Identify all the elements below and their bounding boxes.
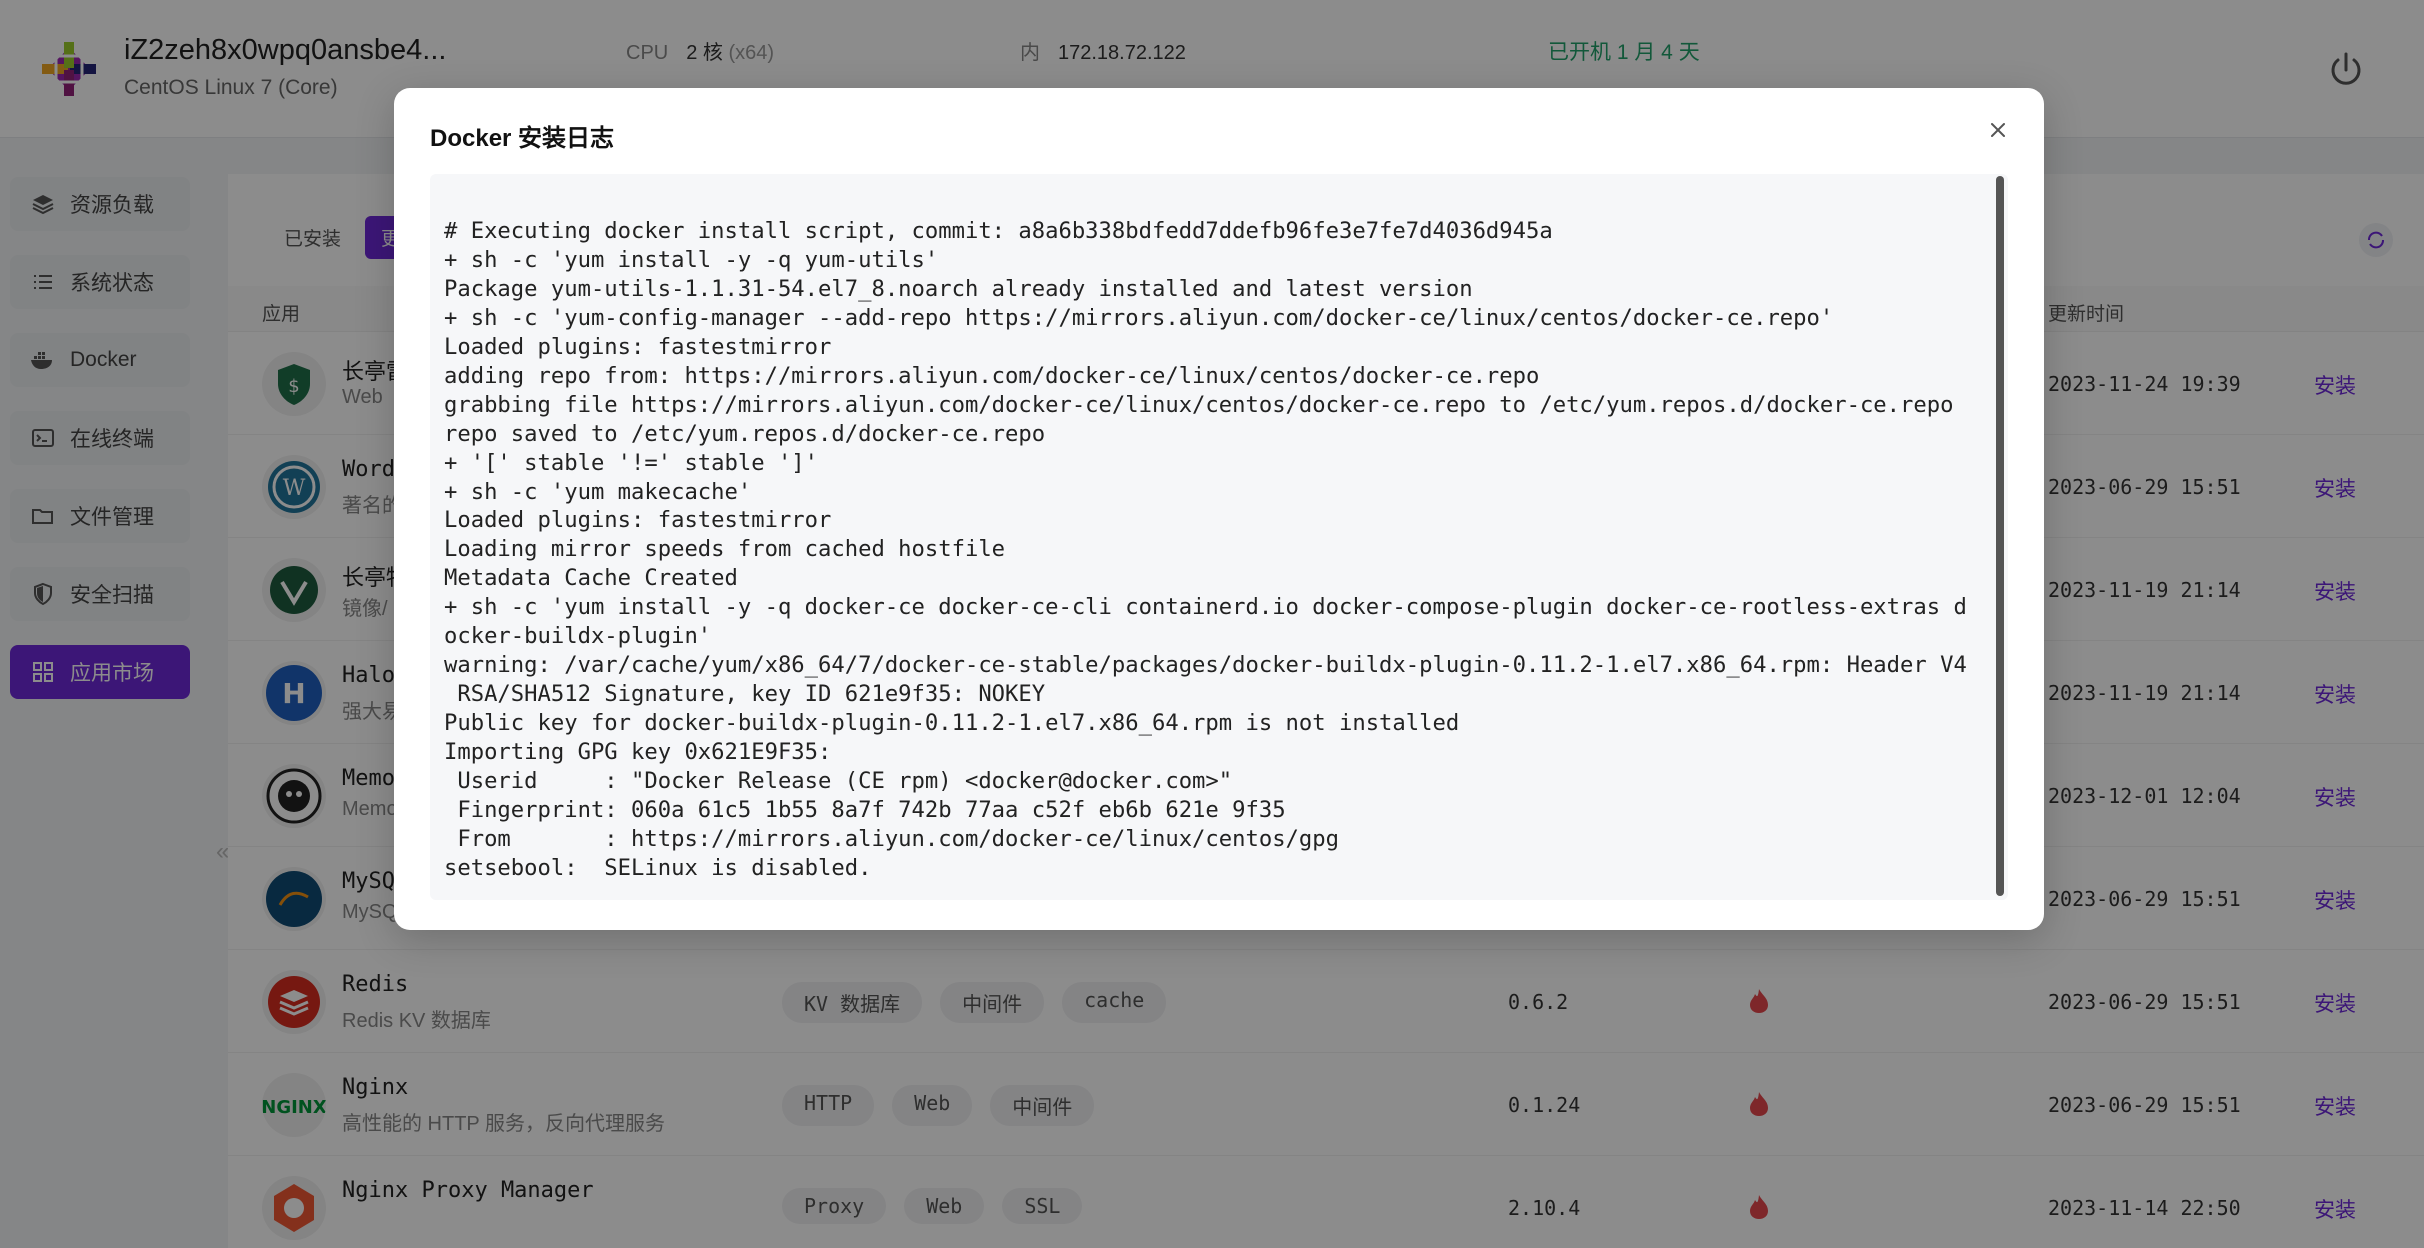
install-log-output[interactable]: # Executing docker install script, commi… [430,174,2008,900]
log-line: # Executing docker install script, commi… [444,217,1553,244]
log-line: RSA/SHA512 Signature, key ID 621e9f35: N… [444,681,1046,708]
log-line: Loaded plugins: fastestmirror [444,333,832,360]
log-line: Fingerprint: 060a 61c5 1b55 8a7f 742b 77… [444,797,1286,824]
log-line: ocker-buildx-plugin' [444,623,712,650]
log-line: repo saved to /etc/yum.repos.d/docker-ce… [444,420,1046,447]
log-scrollbar[interactable] [1996,176,2004,896]
log-line: Package yum-utils-1.1.31-54.el7_8.noarch… [444,275,1473,302]
dialog-title: Docker 安装日志 [430,125,615,152]
log-line: warning: /var/cache/yum/x86_64/7/docker-… [444,652,1967,679]
log-line: Loaded plugins: fastestmirror [444,507,832,534]
log-line: Public key for docker-buildx-plugin-0.11… [444,710,1460,737]
log-line: Loading mirror speeds from cached hostfi… [444,536,1006,563]
log-line: Userid : "Docker Release (CE rpm) <docke… [444,768,1233,795]
log-text: # Executing docker install script, commi… [444,188,1984,900]
log-line: + sh -c 'yum install -y -q yum-utils' [444,246,939,273]
log-line: setsebool: SELinux is disabled. [444,854,872,881]
log-line: grabbing file https://mirrors.aliyun.com… [444,391,1954,418]
log-line: + sh -c 'yum makecache' [444,478,752,505]
log-line: + '[' stable '!=' stable ']' [444,449,819,476]
log-line: + sh -c 'yum install -y -q docker-ce doc… [444,594,1967,621]
log-line: From : https://mirrors.aliyun.com/docker… [444,825,1339,852]
close-icon[interactable] [1984,116,2012,144]
log-line: adding repo from: https://mirrors.aliyun… [444,362,1540,389]
log-line: Metadata Cache Created [444,565,738,592]
log-line: Importing GPG key 0x621E9F35: [444,739,832,766]
log-line: + sh -c 'yum-config-manager --add-repo h… [444,304,1834,331]
docker-install-log-dialog: Docker 安装日志 # Executing docker install s… [394,88,2044,930]
